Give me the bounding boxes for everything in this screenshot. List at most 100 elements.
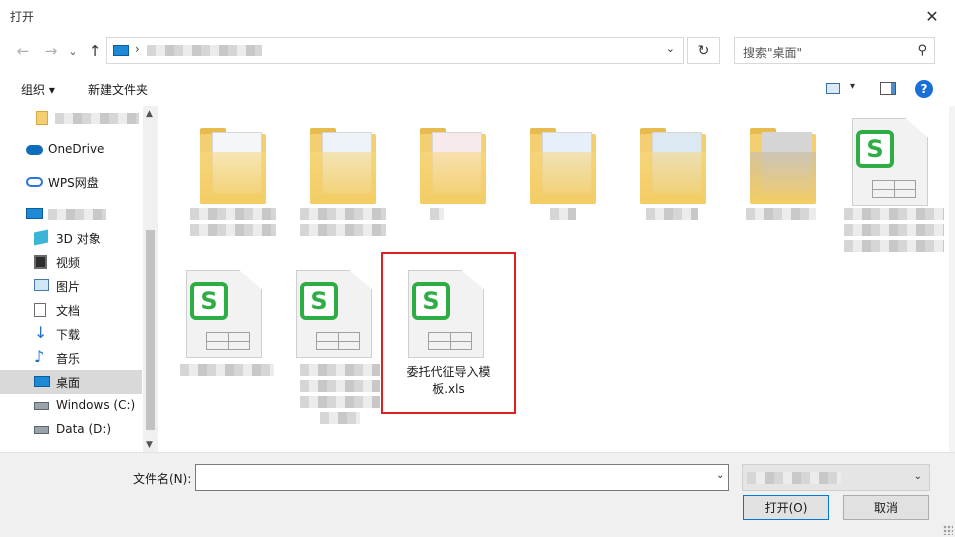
folder-item[interactable]: [510, 114, 614, 244]
breadcrumb-path-obscured[interactable]: [147, 45, 262, 56]
filename-dropdown-icon[interactable]: ⌄: [716, 470, 724, 481]
folder-icon: [640, 128, 706, 204]
folder-icon: [310, 128, 376, 204]
sidebar-item-label: Windows (C:): [56, 398, 136, 412]
resize-grip[interactable]: [943, 525, 953, 535]
sidebar-item-onedrive[interactable]: OneDrive: [0, 138, 142, 162]
filename-input[interactable]: [195, 464, 729, 491]
wps-logo-icon: S: [190, 282, 228, 320]
sidebar-item-desktop[interactable]: 桌面: [0, 370, 142, 394]
sidebar-item-drive-d[interactable]: Data (D:): [0, 418, 142, 442]
view-dropdown-icon[interactable]: ▾: [850, 81, 855, 92]
sidebar-item-downloads[interactable]: ↓ 下载: [0, 322, 142, 346]
sidebar-item-label: 桌面: [56, 376, 81, 390]
sidebar-item-3d-objects[interactable]: 3D 对象: [0, 226, 142, 250]
drive-icon: [34, 402, 49, 410]
sidebar-item-wps-drive[interactable]: WPS网盘: [0, 170, 142, 194]
window-edge: [949, 106, 955, 452]
window-title: 打开: [10, 10, 35, 24]
folder-item[interactable]: [400, 114, 504, 244]
file-name-obscured: [550, 208, 576, 220]
scroll-down-icon[interactable]: ▼: [146, 440, 153, 450]
drive-icon: [34, 426, 49, 434]
address-bar[interactable]: › ⌄: [106, 37, 684, 64]
back-button[interactable]: ←: [12, 40, 34, 62]
sidebar-item-music[interactable]: ♪ 音乐: [0, 346, 142, 370]
folder-icon: [36, 111, 48, 125]
music-icon: ♪: [34, 347, 45, 366]
close-button[interactable]: ✕: [909, 0, 955, 32]
file-type-select[interactable]: ⌄: [742, 464, 930, 491]
spreadsheet-file-item[interactable]: S: [840, 114, 950, 252]
help-icon[interactable]: ?: [915, 80, 933, 98]
open-button[interactable]: 打开(O): [743, 495, 829, 520]
sidebar-item-documents[interactable]: 文档: [0, 298, 142, 322]
cloud-icon: [26, 145, 43, 155]
file-name-obscured: [190, 224, 276, 236]
sidebar-item-this-pc[interactable]: [0, 202, 142, 226]
sidebar-item-label: 音乐: [56, 352, 81, 366]
sidebar-item-label: 图片: [56, 280, 81, 294]
file-name-obscured: [844, 240, 944, 252]
sidebar-item-pictures[interactable]: 图片: [0, 274, 142, 298]
file-name-obscured: [300, 364, 380, 376]
file-name-obscured: [300, 224, 386, 236]
desktop-icon: [34, 376, 50, 387]
scroll-up-icon[interactable]: ▲: [146, 109, 153, 119]
folder-icon: [750, 128, 816, 204]
folder-item[interactable]: [290, 114, 394, 244]
computer-icon: [113, 45, 129, 56]
folder-icon: [420, 128, 486, 204]
address-dropdown-icon[interactable]: ⌄: [666, 42, 675, 55]
search-input[interactable]: 搜索"桌面" ⚲: [734, 37, 935, 64]
sidebar-item-label: 下载: [56, 328, 81, 342]
folder-item[interactable]: [620, 114, 724, 244]
spreadsheet-file-item[interactable]: S: [290, 264, 394, 424]
sidebar-label-obscured: [55, 113, 139, 124]
file-name-obscured: [844, 224, 944, 236]
sidebar-item-videos[interactable]: 视频: [0, 250, 142, 274]
download-icon: ↓: [34, 323, 48, 342]
file-name-obscured: [190, 208, 276, 220]
sidebar-item-label: 文档: [56, 304, 81, 318]
wps-logo-icon: S: [300, 282, 338, 320]
sidebar-item-label: Data (D:): [56, 422, 112, 436]
new-folder-button[interactable]: 新建文件夹: [88, 81, 148, 98]
forward-button[interactable]: →: [40, 40, 62, 62]
sidebar-scrollbar[interactable]: ▲ ▼: [143, 106, 158, 452]
file-name-obscured: [300, 208, 386, 220]
file-name-line-1: 委托代征导入模: [406, 365, 491, 379]
sidebar-item-label: 视频: [56, 256, 81, 270]
file-name-obscured: [646, 208, 698, 220]
wps-spreadsheet-icon: S: [296, 270, 372, 358]
recent-locations-button[interactable]: ⌄: [62, 40, 84, 62]
preview-pane-icon[interactable]: [880, 82, 896, 95]
folder-item[interactable]: [730, 114, 834, 244]
cancel-button[interactable]: 取消: [843, 495, 929, 520]
file-name-label[interactable]: 委托代征导入模 板.xls: [384, 364, 513, 398]
breadcrumb-separator[interactable]: ›: [135, 42, 140, 56]
search-icon[interactable]: ⚲: [917, 43, 927, 58]
file-name-line-2: 板.xls: [432, 382, 465, 396]
sidebar-item-quick-folder[interactable]: [0, 106, 142, 130]
spreadsheet-file-item[interactable]: S: [180, 264, 284, 394]
folder-item[interactable]: [180, 114, 284, 244]
address-row: ← → ⌄ ↑ › ⌄ ↻ 搜索"桌面" ⚲: [0, 32, 955, 72]
scrollbar-thumb[interactable]: [146, 230, 155, 430]
film-icon: [34, 255, 47, 269]
file-name-obscured: [320, 412, 360, 424]
refresh-button[interactable]: ↻: [687, 37, 720, 64]
sidebar-item-drive-c[interactable]: Windows (C:): [0, 394, 142, 418]
wps-spreadsheet-icon: S: [852, 118, 928, 206]
wps-logo-icon: S: [856, 130, 894, 168]
sidebar-item-label: WPS网盘: [48, 176, 99, 190]
organize-menu[interactable]: 组织 ▾: [21, 81, 55, 98]
view-mode-icon[interactable]: [826, 83, 840, 94]
file-name-obscured: [746, 208, 816, 220]
up-button[interactable]: ↑: [84, 40, 106, 62]
document-icon: [34, 303, 46, 317]
navigation-pane: OneDrive WPS网盘 3D 对象 视频 图片 文档 ↓ 下载 ♪ 音乐 …: [0, 106, 158, 452]
file-name-obscured: [844, 208, 944, 220]
file-type-dropdown-icon[interactable]: ⌄: [914, 471, 922, 482]
file-list-view[interactable]: S S S S: [158, 106, 955, 452]
